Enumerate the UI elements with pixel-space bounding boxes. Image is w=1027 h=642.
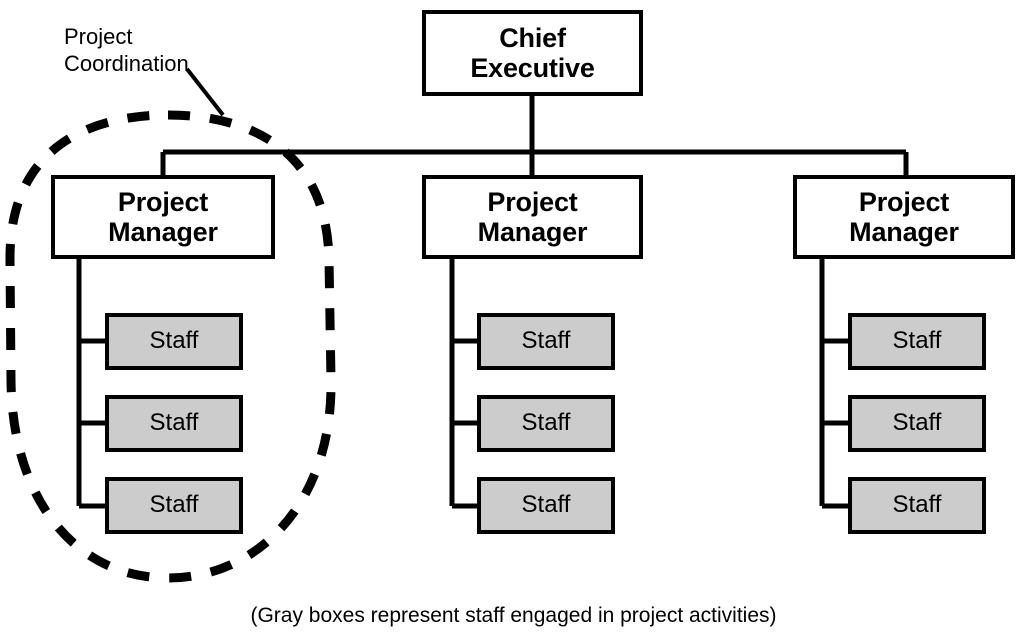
node-label: Staff bbox=[892, 491, 942, 519]
node-label: Staff bbox=[149, 409, 199, 437]
node-label: Staff bbox=[149, 327, 199, 355]
node-project-manager-1: Project Manager bbox=[51, 175, 275, 259]
diagram-caption: (Gray boxes represent staff engaged in p… bbox=[250, 604, 777, 627]
node-chief-executive: Chief Executive bbox=[422, 10, 643, 96]
node-staff-2-1: Staff bbox=[477, 313, 615, 370]
node-label: Project Manager bbox=[108, 186, 218, 247]
node-label: Project Manager bbox=[849, 186, 959, 247]
node-staff-3-2: Staff bbox=[848, 395, 986, 452]
node-staff-2-3: Staff bbox=[477, 477, 615, 534]
node-project-manager-3: Project Manager bbox=[793, 175, 1015, 259]
node-label: Staff bbox=[521, 409, 571, 437]
node-label: Staff bbox=[892, 409, 942, 437]
node-label: Chief Executive bbox=[470, 22, 595, 83]
node-label: Staff bbox=[521, 491, 571, 519]
annotation-leader-line bbox=[185, 67, 225, 117]
node-staff-2-2: Staff bbox=[477, 395, 615, 452]
org-chart-diagram: Chief Executive Project Manager Project Manag… bbox=[0, 0, 1027, 642]
project-coordination-label: Project Coordination bbox=[64, 24, 189, 76]
node-project-manager-2: Project Manager bbox=[422, 175, 643, 259]
node-label: Staff bbox=[521, 327, 571, 355]
node-label: Staff bbox=[892, 327, 942, 355]
node-staff-1-1: Staff bbox=[105, 313, 243, 370]
node-staff-1-3: Staff bbox=[105, 477, 243, 534]
node-staff-3-3: Staff bbox=[848, 477, 986, 534]
node-staff-1-2: Staff bbox=[105, 395, 243, 452]
node-label: Staff bbox=[149, 491, 199, 519]
node-label: Project Manager bbox=[477, 186, 588, 247]
node-staff-3-1: Staff bbox=[848, 313, 986, 370]
